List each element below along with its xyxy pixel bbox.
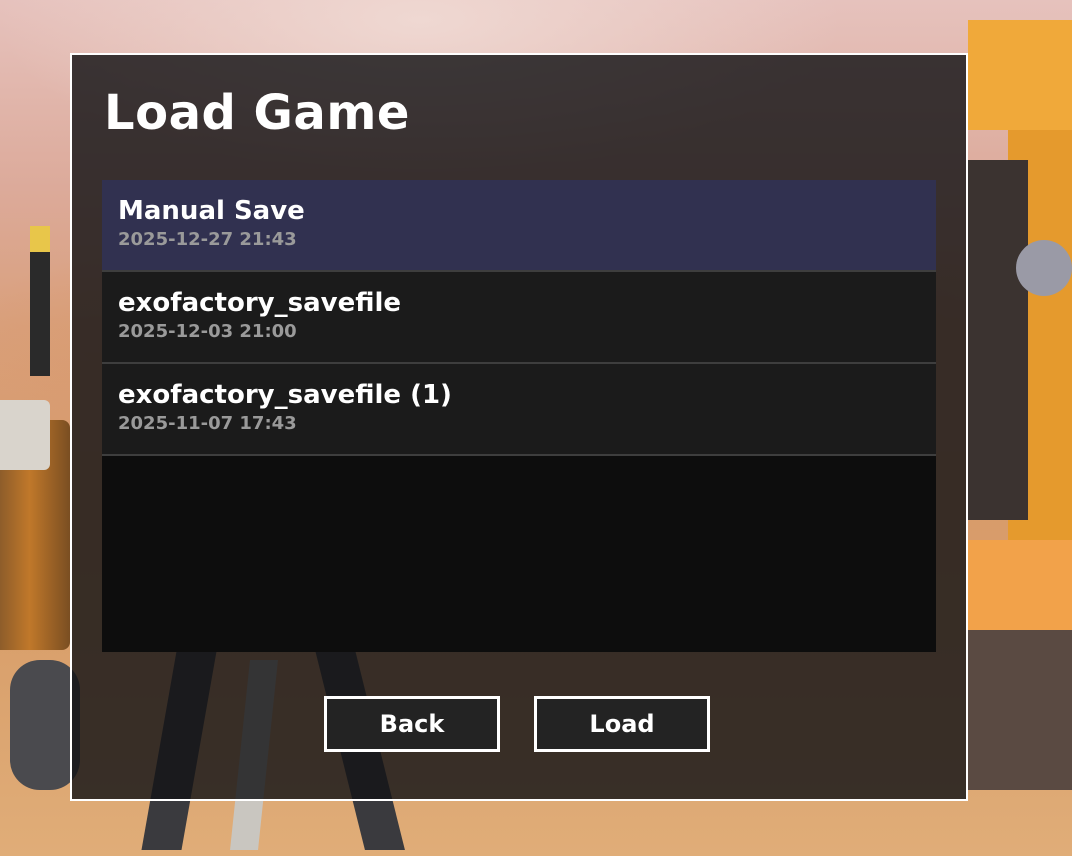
save-date: 2025-11-07 17:43: [118, 413, 297, 434]
background-robot-left: [0, 390, 80, 790]
save-name: Manual Save: [118, 196, 305, 226]
machine-gear: [1016, 240, 1072, 296]
background-antenna-light: [30, 226, 50, 252]
machine-foot: [968, 630, 1072, 790]
machine-shadow: [968, 160, 1028, 520]
dialog-title: Load Game: [104, 85, 410, 141]
robot-plate: [0, 400, 50, 470]
save-list-item[interactable]: exofactory_savefile 2025-12-03 21:00: [102, 272, 936, 364]
save-list-item[interactable]: exofactory_savefile (1) 2025-11-07 17:43: [102, 364, 936, 456]
machine-base: [968, 540, 1072, 630]
machine-frame: [968, 20, 1072, 130]
save-list-item[interactable]: Manual Save 2025-12-27 21:43: [102, 180, 936, 272]
save-list[interactable]: Manual Save 2025-12-27 21:43 exofactory_…: [102, 180, 936, 652]
save-date: 2025-12-27 21:43: [118, 229, 297, 250]
background-machine-right: [968, 20, 1072, 820]
load-button[interactable]: Load: [534, 696, 710, 752]
load-game-dialog: Load Game Manual Save 2025-12-27 21:43 e…: [70, 53, 968, 801]
save-name: exofactory_savefile (1): [118, 380, 452, 410]
save-name: exofactory_savefile: [118, 288, 402, 318]
save-date: 2025-12-03 21:00: [118, 321, 297, 342]
back-button[interactable]: Back: [324, 696, 500, 752]
